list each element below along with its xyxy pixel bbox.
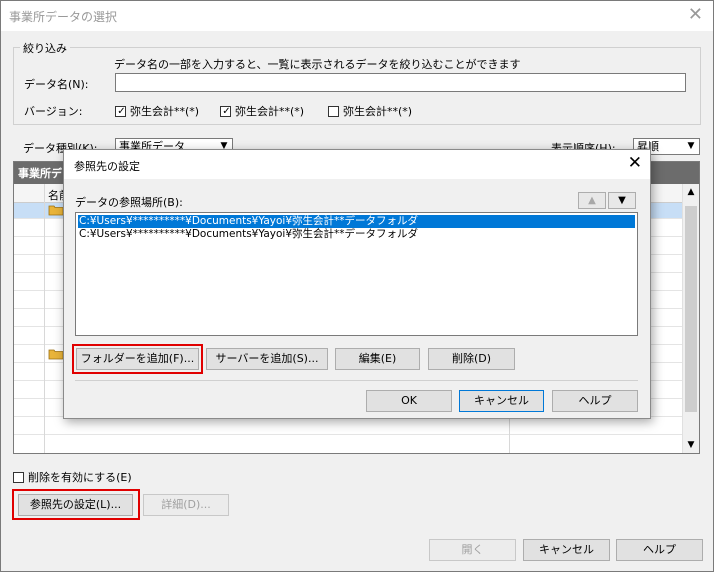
folder-icon — [48, 349, 64, 360]
highlight-frame — [12, 489, 140, 520]
dialog-help-button[interactable]: ヘルプ — [552, 390, 638, 412]
location-list-item[interactable]: C:¥Users¥**********¥Documents¥Yayoi¥弥生会計… — [78, 215, 635, 228]
filter-group-label: 絞り込み — [20, 40, 70, 56]
cancel-button[interactable]: キャンセル — [523, 539, 610, 561]
column-divider — [44, 184, 45, 453]
version-checkbox-2[interactable]: 弥生会計**(*) — [220, 103, 304, 119]
filter-hint: データ名の一部を入力すると、一覧に表示されるデータを絞り込むことができます — [114, 58, 521, 71]
open-button[interactable]: 開く — [429, 539, 516, 561]
version-checkbox-2-label: 弥生会計**(*) — [235, 105, 305, 118]
triangle-down-icon: ▼ — [618, 195, 626, 206]
checkbox-checked-icon — [220, 105, 232, 117]
location-list-item[interactable]: C:¥Users¥**********¥Documents¥Yayoi¥弥生会計… — [78, 228, 635, 241]
folder-icon — [48, 205, 64, 216]
delete-button[interactable]: 削除(D) — [428, 348, 515, 370]
delete-enable-label: 削除を有効にする(E) — [28, 471, 132, 484]
scroll-up-icon[interactable]: ▲ — [683, 184, 699, 200]
filter-group: 絞り込み データ名の一部を入力すると、一覧に表示されるデータを絞り込むことができ… — [13, 40, 701, 125]
scroll-down-icon[interactable]: ▼ — [683, 437, 699, 453]
triangle-up-icon: ▲ — [588, 195, 596, 206]
add-server-button[interactable]: サーバーを追加(S)... — [206, 348, 328, 370]
move-down-button[interactable]: ▼ — [608, 192, 636, 209]
close-icon[interactable]: ✕ — [628, 153, 642, 173]
dialog-separator — [75, 380, 638, 381]
edit-button[interactable]: 編集(E) — [335, 348, 420, 370]
scrollbar-thumb[interactable] — [685, 206, 697, 412]
checkbox-unchecked-icon — [328, 105, 339, 117]
ref-settings-dialog: 参照先の設定 ✕ データの参照場所(B): ▲ ▼ C:¥Users¥*****… — [63, 149, 651, 419]
checkbox-checked-icon — [115, 105, 127, 117]
details-button[interactable]: 詳細(D)... — [143, 494, 229, 516]
highlight-frame — [72, 344, 203, 374]
version-label: バージョン: — [24, 105, 83, 118]
version-checkbox-1-label: 弥生会計**(*) — [130, 105, 200, 118]
help-button[interactable]: ヘルプ — [616, 539, 703, 561]
dialog-title: 参照先の設定 — [74, 160, 140, 173]
title-bar: 事業所データの選択 ✕ — [1, 1, 713, 31]
data-name-input[interactable] — [115, 73, 686, 92]
chevron-down-icon: ▼ — [687, 141, 695, 151]
dialog-title-bar: 参照先の設定 ✕ — [64, 150, 650, 179]
version-checkbox-3-label: 弥生会計**(*) — [343, 105, 413, 118]
location-label: データの参照場所(B): — [75, 196, 183, 209]
checkbox-unchecked-icon — [13, 471, 24, 483]
location-list[interactable]: C:¥Users¥**********¥Documents¥Yayoi¥弥生会計… — [75, 212, 638, 336]
data-name-label: データ名(N): — [24, 78, 89, 91]
delete-enable-checkbox[interactable]: 削除を有効にする(E) — [13, 469, 132, 485]
version-checkbox-1[interactable]: 弥生会計**(*) — [115, 103, 199, 119]
move-up-button[interactable]: ▲ — [578, 192, 606, 209]
grid-scrollbar[interactable]: ▲ ▼ — [682, 184, 699, 453]
ok-button[interactable]: OK — [366, 390, 452, 412]
version-checkbox-3[interactable]: 弥生会計**(*) — [328, 103, 412, 119]
dialog-cancel-button[interactable]: キャンセル — [459, 390, 544, 412]
row-divider — [14, 434, 684, 435]
window-title: 事業所データの選択 — [9, 10, 118, 24]
close-icon[interactable]: ✕ — [688, 4, 703, 25]
